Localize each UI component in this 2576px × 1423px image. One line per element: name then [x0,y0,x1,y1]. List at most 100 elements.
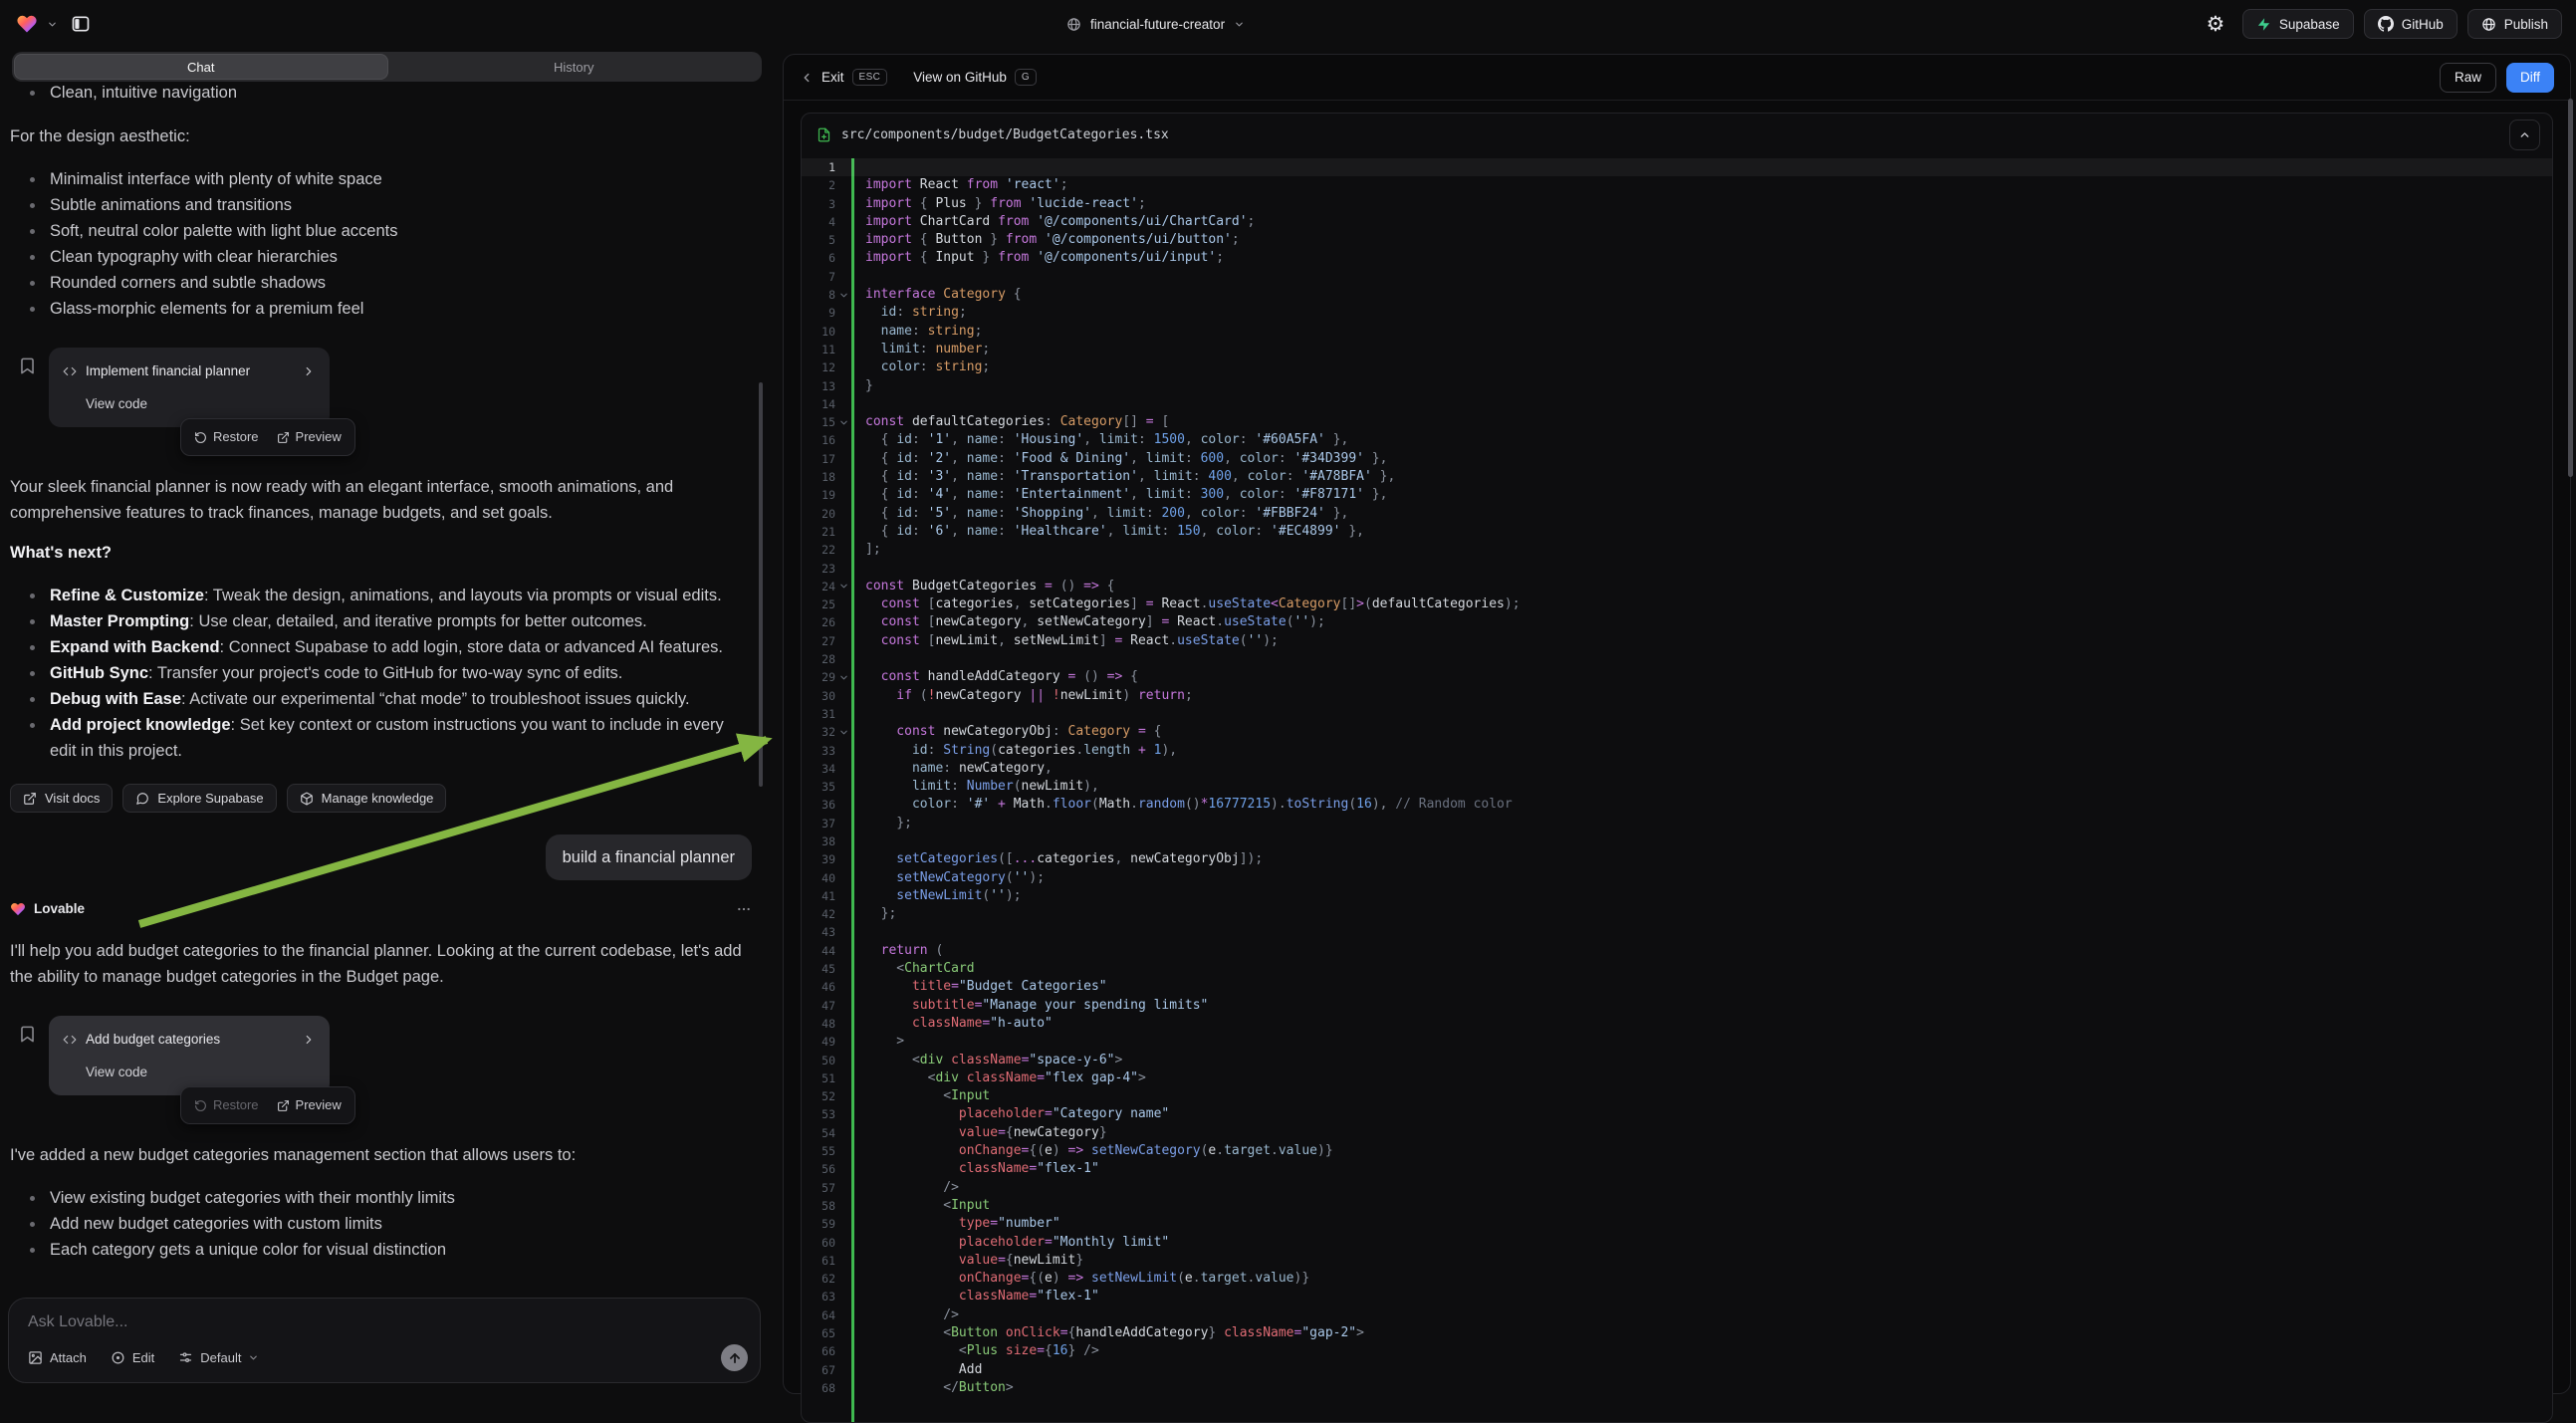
gear-icon: ⚙ [2206,12,2225,37]
target-icon [111,1350,125,1365]
code-line: 7 [802,268,2552,286]
line-number: 17 [802,450,835,468]
line-number: 15 [802,413,835,431]
tab-history[interactable]: History [388,54,761,80]
preview-button[interactable]: Preview [277,1092,342,1118]
code-line: 24const BudgetCategories = () => { [802,578,2552,595]
line-number: 51 [802,1069,835,1087]
chevron-left-icon [800,71,814,85]
line-number: 45 [802,960,835,978]
settings-button[interactable]: ⚙ [2199,7,2232,41]
attach-button[interactable]: Attach [28,1350,87,1365]
bullet-list: View existing budget categories with the… [24,1185,752,1263]
raw-toggle-button[interactable]: Raw [2440,63,2496,93]
line-number: 65 [802,1324,835,1342]
bullet-dot [30,255,35,260]
chat-composer[interactable]: Ask Lovable... Attach Edit Default [8,1298,761,1383]
message-options-button[interactable] [736,901,752,917]
line-number: 9 [802,304,835,322]
line-number: 67 [802,1361,835,1379]
code-line: 56 className="flex-1" [802,1160,2552,1178]
lovable-logo-icon[interactable] [16,13,38,35]
code-line: 54 value={newCategory} [802,1124,2552,1142]
code-line: 19 { id: '4', name: 'Entertainment', lim… [802,486,2552,504]
page-scrollbar[interactable] [2568,99,2573,477]
fold-chevron-icon[interactable] [838,417,849,428]
restore-button[interactable]: Restore [194,1092,259,1118]
line-number: 23 [802,560,835,578]
version-card[interactable]: Add budget categories View code [49,1016,330,1095]
line-number: 3 [802,195,835,213]
edit-button[interactable]: Edit [111,1350,154,1365]
list-item: Rounded corners and subtle shadows [24,270,752,296]
chat-scrollbar[interactable] [759,382,763,787]
github-button[interactable]: GitHub [2364,9,2458,39]
mode-selector[interactable]: Default [178,1350,259,1365]
project-switcher[interactable]: financial-future-creator [1066,0,1245,48]
line-number: 43 [802,923,835,941]
version-actions-bar: Restore Preview [180,418,355,456]
line-number: 2 [802,176,835,194]
code-line: 37 }; [802,815,2552,832]
diff-toggle-button[interactable]: Diff [2506,63,2554,93]
quick-actions: Visit docs Explore Supabase Manage knowled… [10,784,752,813]
code-line: 67 Add [802,1361,2552,1379]
file-path[interactable]: src/components/budget/BudgetCategories.t… [841,127,1169,142]
code-line: 31 [802,705,2552,723]
publish-button[interactable]: Publish [2467,9,2562,39]
code-line: 11 limit: number; [802,341,2552,358]
sidebar-toggle-icon[interactable] [71,14,91,34]
line-number: 42 [802,905,835,923]
line-number: 32 [802,723,835,741]
view-code-link[interactable]: View code [86,1060,316,1085]
restore-icon [194,431,207,444]
line-number: 5 [802,231,835,249]
line-number: 8 [802,286,835,304]
code-line: 44 return ( [802,942,2552,960]
line-number: 1 [802,158,835,176]
code-line: 52 <Input [802,1087,2552,1105]
bookmark-icon [18,356,37,375]
list-item: Master Prompting: Use clear, detailed, a… [24,608,752,634]
code-line: 13} [802,377,2552,395]
bullet-dot [30,281,35,286]
view-code-link[interactable]: View code [86,391,316,417]
bullet-dot [30,307,35,312]
fold-chevron-icon[interactable] [838,581,849,592]
list-item: Clean, intuitive navigation [24,80,752,106]
composer-placeholder[interactable]: Ask Lovable... [28,1313,128,1331]
list-item: Clean typography with clear hierarchies [24,244,752,270]
exit-button[interactable]: Exit ESC [800,69,887,86]
manage-knowledge-button[interactable]: Manage knowledge [287,784,447,813]
tab-chat[interactable]: Chat [14,54,388,80]
list-item: Refine & Customize: Tweak the design, an… [24,583,752,608]
line-number: 19 [802,486,835,504]
line-number: 38 [802,832,835,850]
list-item: View existing budget categories with the… [24,1185,752,1211]
send-button[interactable] [721,1344,748,1371]
view-on-github-button[interactable]: View on GitHub G [913,69,1037,86]
line-number: 40 [802,869,835,887]
restore-button[interactable]: Restore [194,424,259,450]
preview-button[interactable]: Preview [277,424,342,450]
line-number: 58 [802,1197,835,1215]
chevron-down-icon[interactable] [47,19,58,30]
bookmark-icon [18,1025,37,1044]
code-line: 59 type="number" [802,1215,2552,1233]
fold-chevron-icon[interactable] [838,727,849,738]
fold-chevron-icon[interactable] [838,290,849,301]
collapse-file-button[interactable] [2509,119,2540,150]
visit-docs-button[interactable]: Visit docs [10,784,113,813]
explore-supabase-button[interactable]: Explore Supabase [122,784,276,813]
version-card-title-row: Add budget categories [63,1027,316,1053]
version-card[interactable]: Implement financial plannerView code [49,348,330,427]
supabase-button[interactable]: Supabase [2242,9,2354,39]
line-number: 56 [802,1160,835,1178]
file-header: src/components/budget/BudgetCategories.t… [802,114,2552,155]
line-number: 33 [802,742,835,760]
line-number: 37 [802,815,835,832]
fold-chevron-icon[interactable] [838,672,849,683]
list-item: Subtle animations and transitions [24,192,752,218]
line-number: 20 [802,505,835,523]
code-line: 22]; [802,541,2552,559]
